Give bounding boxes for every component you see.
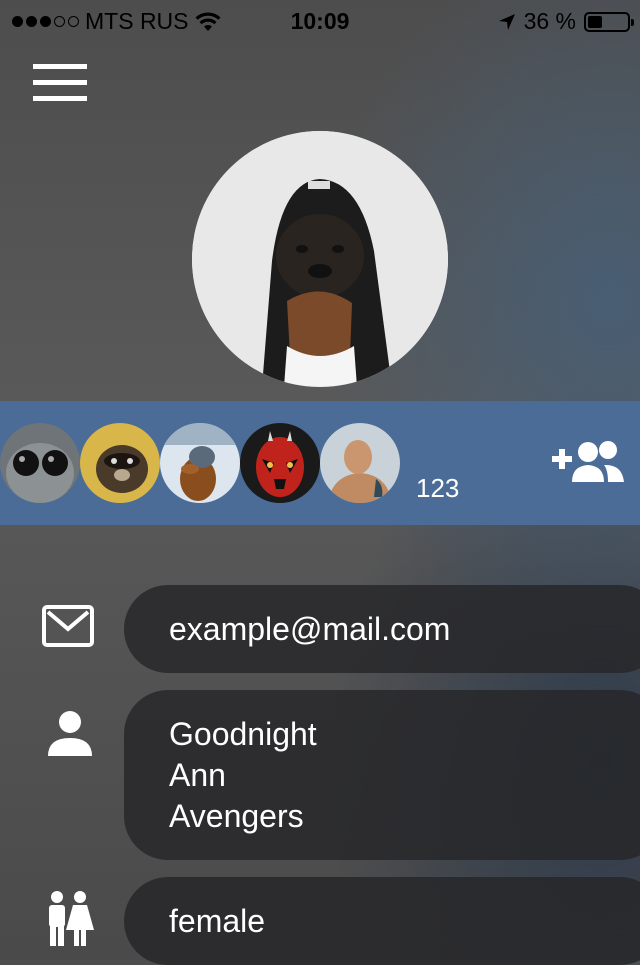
status-right: 36 % xyxy=(498,8,634,35)
add-friend-icon xyxy=(552,441,624,482)
status-bar: MTS RUS 10:09 36 % xyxy=(0,0,640,40)
gender-field[interactable]: female xyxy=(124,877,640,965)
friend-avatar-cat[interactable] xyxy=(0,423,80,503)
friends-bar: 123 xyxy=(0,401,640,525)
name-line-2: Ann xyxy=(169,757,226,793)
battery-icon xyxy=(584,11,634,32)
friend-avatar-dog[interactable] xyxy=(160,423,240,503)
name-field[interactable]: Goodnight Ann Avengers xyxy=(124,690,640,860)
email-field[interactable]: example@mail.com xyxy=(124,585,640,673)
person-icon xyxy=(40,708,104,764)
menu-button[interactable] xyxy=(33,64,87,104)
add-friend-button[interactable] xyxy=(548,438,628,486)
friend-count: 123 xyxy=(416,473,460,503)
friend-avatar-raccoon[interactable] xyxy=(80,423,160,503)
name-line-1: Goodnight xyxy=(169,716,317,752)
friend-avatar-wrestler[interactable] xyxy=(320,423,400,503)
profile-avatar[interactable] xyxy=(192,131,448,387)
envelope-icon xyxy=(40,602,104,658)
name-line-3: Avengers xyxy=(169,798,304,834)
friend-avatar-darth-maul[interactable] xyxy=(240,423,320,503)
battery-percent: 36 % xyxy=(523,8,576,34)
menu-icon xyxy=(33,64,87,101)
location-arrow-icon xyxy=(498,13,515,30)
gender-icon xyxy=(40,890,104,946)
